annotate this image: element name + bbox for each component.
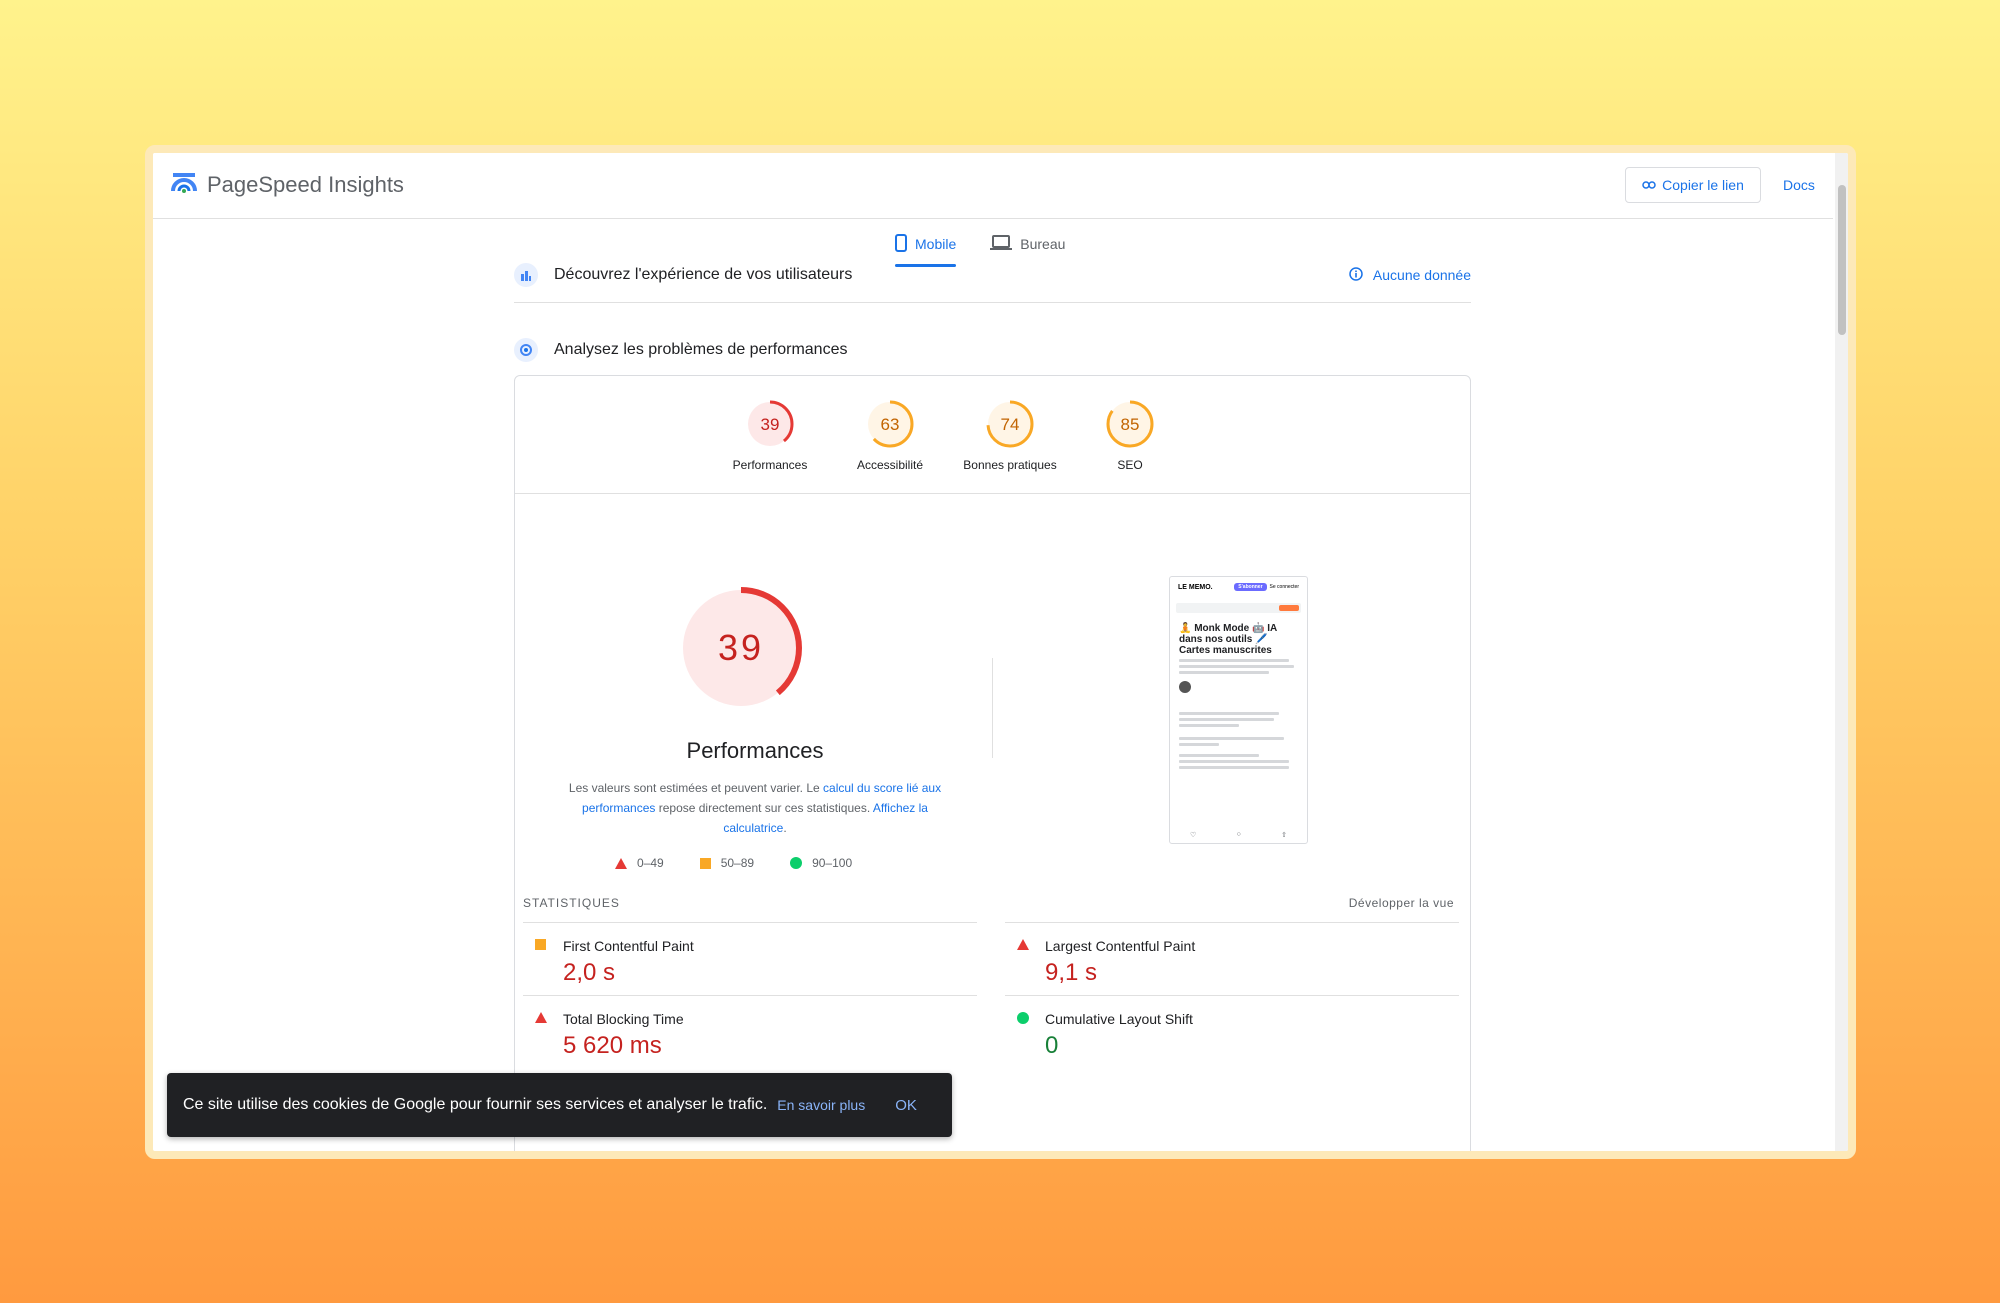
scrollbar[interactable] [1835,153,1848,1151]
comment-icon: ○ [1236,831,1241,838]
app-title: PageSpeed Insights [207,171,404,197]
cookie-ok-button[interactable]: OK [895,1097,917,1114]
legend-item-pass: 90–100 [790,856,852,870]
thumbnail-article-title: 🧘 Monk Mode 🤖 IA dans nos outils 🖊️ Cart… [1179,623,1277,656]
thumbnail-footer: ♡ ○ ⇧ [1190,831,1287,839]
score-label: Accessibilité [856,458,924,472]
thumbnail-header: LE MEMO. S'abonner Se connecter [1170,577,1307,597]
no-data-label: Aucune donnée [1372,267,1471,283]
metric-value: 5 620 ms [563,1032,662,1059]
tab-mobile[interactable]: Mobile [895,223,957,267]
desc-text-2: repose directement sur ces statistiques. [655,801,873,815]
thumbnail-login: Se connecter [1269,584,1299,590]
top-app-bar: PageSpeed Insights Copier le lien Docs [153,153,1833,219]
thumbnail-banner [1176,603,1301,613]
lab-data-title: Analysez les problèmes de performances [554,341,848,358]
performance-gauge-svg: 39 [680,587,802,709]
triangle-icon [1017,939,1029,950]
legend-label: 90–100 [812,856,853,870]
laptop-icon [990,234,1013,254]
square-icon [699,857,711,869]
performance-description: Les valeurs sont estimées et peuvent var… [555,778,955,838]
field-data-title: Découvrez l'expérience de vos utilisateu… [554,266,853,283]
share-icon: ⇧ [1281,832,1287,839]
no-data-link[interactable]: Aucune donnée [1349,266,1471,284]
field-data-section: Découvrez l'expérience de vos utilisateu… [514,263,1471,287]
score-value: 74 [1001,415,1020,434]
score-legend: 0–49 50–89 90–100 [615,856,852,870]
legend-label: 50–89 [720,856,755,870]
vertical-divider [992,658,993,758]
scrollbar-thumb[interactable] [1838,185,1846,335]
metric-value: 9,1 s [1045,959,1098,986]
score-gauge-performances[interactable]: 39 Performances [715,398,825,472]
copy-link-label: Copier le lien [1662,177,1744,193]
stats-heading: STATISTIQUES [523,896,620,910]
docs-link[interactable]: Docs [1783,177,1815,193]
browser-window: PageSpeed Insights Copier le lien Docs M… [145,145,1856,1159]
score-value: 63 [881,415,900,434]
metric-value: 2,0 s [563,959,616,986]
metric-name: First Contentful Paint [563,938,694,954]
legend-label: 0–49 [637,856,664,870]
thumbnail-subscribe-button: S'abonner [1234,583,1267,591]
score-label: Bonnes pratiques [963,458,1057,472]
learn-more-link[interactable]: En savoir plus [777,1097,865,1113]
performance-gauge: 39 [679,586,803,715]
users-icon [514,263,538,287]
thumbnail-brand: LE MEMO. [1178,583,1213,591]
lab-data-section: Analysez les problèmes de performances [514,338,1471,362]
report-card: 39 Performances 63 Accessibilité 74 Bonnes pr… [514,375,1471,1151]
score-gauges: 39 Performances 63 Accessibilité 74 Bonnes pr… [515,376,1470,494]
page-screenshot-thumbnail[interactable]: LE MEMO. S'abonner Se connecter 🧘 Monk M… [1169,576,1308,844]
metric-fcp: First Contentful Paint 2,0 s [523,922,977,995]
score-gauge-bonnes-pratiques[interactable]: 74 Bonnes pratiques [955,398,1065,472]
score-label: Performances [732,458,808,472]
phone-icon [895,233,907,255]
score-value: 85 [1121,415,1140,434]
circle-icon [790,857,803,869]
performance-score: 39 [718,627,764,668]
tab-mobile-label: Mobile [915,236,957,252]
expand-view-toggle[interactable]: Développer la vue [1349,896,1454,910]
score-gauge-seo[interactable]: 85 SEO [1075,398,1185,472]
cookie-banner-text: Ce site utilise des cookies de Google po… [183,1096,768,1113]
thumbnail-avatar [1179,681,1191,693]
metric-cls: Cumulative Layout Shift 0 [1005,995,1459,1068]
score-value: 39 [761,415,780,434]
tab-desktop-label: Bureau [1020,236,1066,252]
cookie-banner: Ce site utilise des cookies de Google po… [167,1073,952,1137]
score-gauge-svg: 63 [866,400,914,448]
triangle-icon [615,857,627,869]
metric-value: 0 [1045,1032,1059,1059]
score-gauge-accessibilité[interactable]: 63 Accessibilité [835,398,945,472]
score-label: SEO [1117,458,1143,472]
copy-link-button[interactable]: Copier le lien [1625,167,1761,203]
metric-lcp: Largest Contentful Paint 9,1 s [1005,922,1459,995]
legend-item-fail: 0–49 [615,856,664,870]
diagnostics-icon [514,338,538,362]
metric-name: Largest Contentful Paint [1045,938,1196,954]
score-gauge-svg: 85 [1106,400,1154,448]
legend-item-average: 50–89 [699,856,755,870]
app-logo[interactable]: PageSpeed Insights [171,171,404,198]
circle-icon [1017,1012,1029,1024]
triangle-icon [535,1012,547,1023]
section-divider [514,302,1471,303]
info-icon [1349,266,1363,284]
metric-name: Total Blocking Time [563,1011,684,1027]
pagespeed-logo-icon [171,171,197,198]
score-gauge-svg: 74 [986,400,1034,448]
desc-text-1: Les valeurs sont estimées et peuvent var… [568,781,824,795]
device-tabs: Mobile Bureau [895,223,1065,267]
metric-tbt: Total Blocking Time 5 620 ms [523,995,977,1068]
link-icon [1642,177,1656,193]
desc-text-3: . [783,821,787,835]
square-icon [535,939,546,950]
performance-title: Performances [686,738,824,763]
tab-desktop[interactable]: Bureau [990,223,1065,265]
metric-name: Cumulative Layout Shift [1045,1011,1193,1027]
score-gauge-svg: 39 [746,400,794,448]
heart-icon: ♡ [1190,832,1197,839]
